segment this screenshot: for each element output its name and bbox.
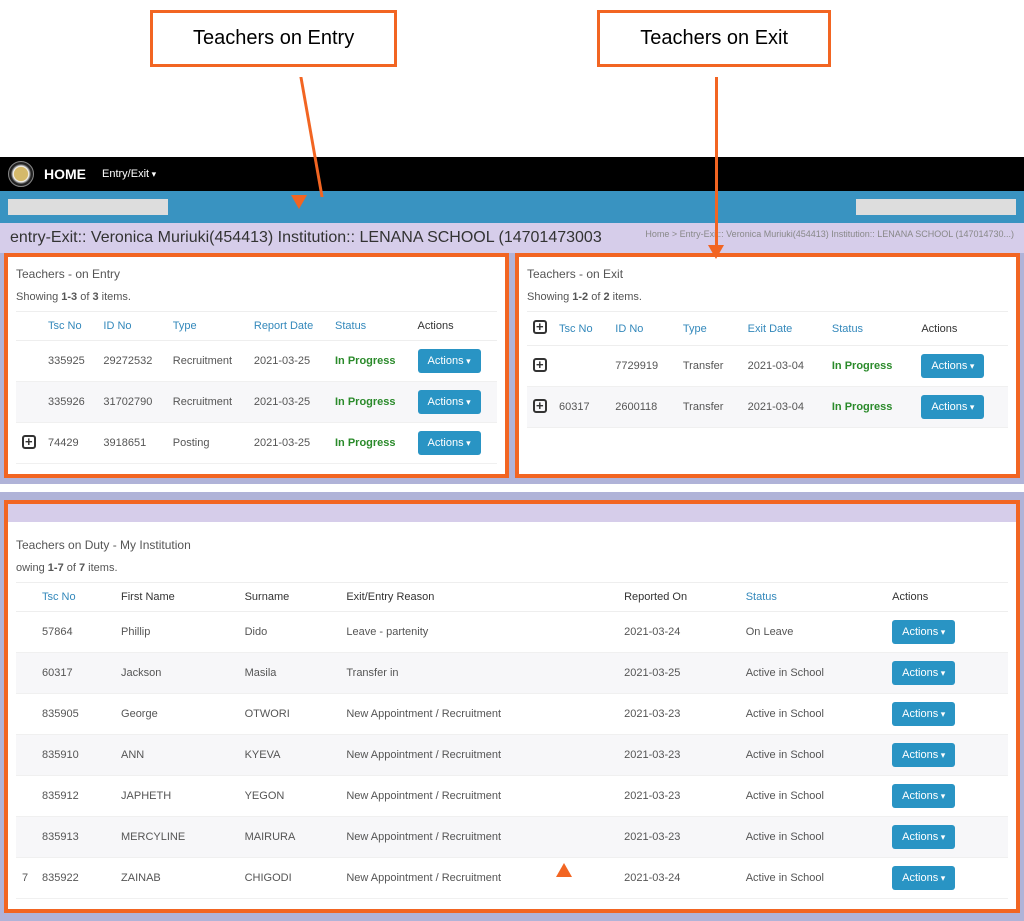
page-title: entry-Exit:: Veronica Muriuki(454413) In…	[10, 229, 602, 247]
table-row: 335926 31702790 Recruitment 2021-03-25 I…	[16, 382, 497, 423]
col-reported: Reported On	[618, 583, 740, 612]
col-actions: Actions	[915, 312, 1008, 346]
col-id[interactable]: ID No	[609, 312, 677, 346]
teachers-entry-panel: Teachers - on Entry Showing 1-3 of 3 ite…	[4, 253, 509, 478]
col-reason: Exit/Entry Reason	[340, 583, 618, 612]
col-status[interactable]: Status	[826, 312, 915, 346]
exit-showing-text: Showing 1-2 of 2 items.	[527, 287, 1008, 311]
col-actions: Actions	[886, 583, 1008, 612]
col-surname: Surname	[239, 583, 341, 612]
actions-button[interactable]: Actions	[892, 866, 955, 890]
table-row: 835905GeorgeOTWORINew Appointment / Recr…	[16, 694, 1008, 735]
annotation-arrow-up	[556, 863, 572, 877]
actions-button[interactable]: Actions	[892, 825, 955, 849]
actions-button[interactable]: Actions	[418, 349, 481, 373]
col-tsc[interactable]: Tsc No	[36, 583, 115, 612]
breadcrumb-bar: entry-Exit:: Veronica Muriuki(454413) In…	[0, 223, 1024, 253]
exit-table: Tsc No ID No Type Exit Date Status Actio…	[527, 311, 1008, 428]
teachers-exit-panel: Teachers - on Exit Showing 1-2 of 2 item…	[515, 253, 1020, 478]
actions-button[interactable]: Actions	[921, 395, 984, 419]
col-exit-date[interactable]: Exit Date	[742, 312, 826, 346]
table-row: 7835922ZAINABCHIGODINew Appointment / Re…	[16, 858, 1008, 899]
decorative-bar	[8, 504, 1016, 522]
expand-icon[interactable]	[533, 399, 547, 413]
callout-teachers-entry: Teachers on Entry	[150, 10, 397, 67]
panel-title-exit: Teachers - on Exit	[527, 261, 1008, 287]
breadcrumb-trail: Home > Entry-Exit:: Veronica Muriuki(454…	[645, 229, 1014, 239]
table-row: 74429 3918651 Posting 2021-03-25 In Prog…	[16, 423, 497, 464]
col-id[interactable]: ID No	[97, 312, 166, 341]
col-actions: Actions	[412, 312, 497, 341]
table-row: 835912JAPHETHYEGONNew Appointment / Recr…	[16, 776, 1008, 817]
teachers-duty-panel: Teachers on Duty - My Institution owing …	[4, 500, 1020, 913]
col-first-name: First Name	[115, 583, 239, 612]
actions-button[interactable]: Actions	[892, 784, 955, 808]
table-row: 335925 29272532 Recruitment 2021-03-25 I…	[16, 341, 497, 382]
annotation-arrows	[0, 77, 1024, 197]
col-tsc[interactable]: Tsc No	[553, 312, 609, 346]
duty-table: Tsc No First Name Surname Exit/Entry Rea…	[16, 582, 1008, 899]
table-row: 57864PhillipDidoLeave - partenity2021-03…	[16, 612, 1008, 653]
toolbar-box-left	[8, 199, 168, 215]
actions-button[interactable]: Actions	[892, 661, 955, 685]
actions-button[interactable]: Actions	[418, 431, 481, 455]
col-report-date[interactable]: Report Date	[248, 312, 329, 341]
col-type[interactable]: Type	[167, 312, 248, 341]
toolbar-box-right	[856, 199, 1016, 215]
col-type[interactable]: Type	[677, 312, 742, 346]
panel-title-duty: Teachers on Duty - My Institution	[16, 532, 1008, 558]
table-row: 7729919 Transfer 2021-03-04 In Progress …	[527, 346, 1008, 387]
entry-showing-text: Showing 1-3 of 3 items.	[16, 287, 497, 311]
col-status[interactable]: Status	[329, 312, 412, 341]
duty-showing-text: owing 1-7 of 7 items.	[16, 558, 1008, 582]
panel-title-entry: Teachers - on Entry	[16, 261, 497, 287]
actions-button[interactable]: Actions	[892, 702, 955, 726]
table-row: 835913MERCYLINEMAIRURANew Appointment / …	[16, 817, 1008, 858]
actions-button[interactable]: Actions	[892, 620, 955, 644]
actions-button[interactable]: Actions	[921, 354, 984, 378]
entry-table: Tsc No ID No Type Report Date Status Act…	[16, 311, 497, 464]
actions-button[interactable]: Actions	[892, 743, 955, 767]
expand-icon[interactable]	[22, 435, 36, 449]
table-row: 835910ANNKYEVANew Appointment / Recruitm…	[16, 735, 1008, 776]
expand-icon[interactable]	[533, 320, 547, 334]
table-row: 60317 2600118 Transfer 2021-03-04 In Pro…	[527, 387, 1008, 428]
callout-teachers-exit: Teachers on Exit	[597, 10, 831, 67]
table-row: 60317JacksonMasilaTransfer in2021-03-25A…	[16, 653, 1008, 694]
col-tsc[interactable]: Tsc No	[42, 312, 97, 341]
expand-icon[interactable]	[533, 358, 547, 372]
actions-button[interactable]: Actions	[418, 390, 481, 414]
col-status[interactable]: Status	[740, 583, 886, 612]
